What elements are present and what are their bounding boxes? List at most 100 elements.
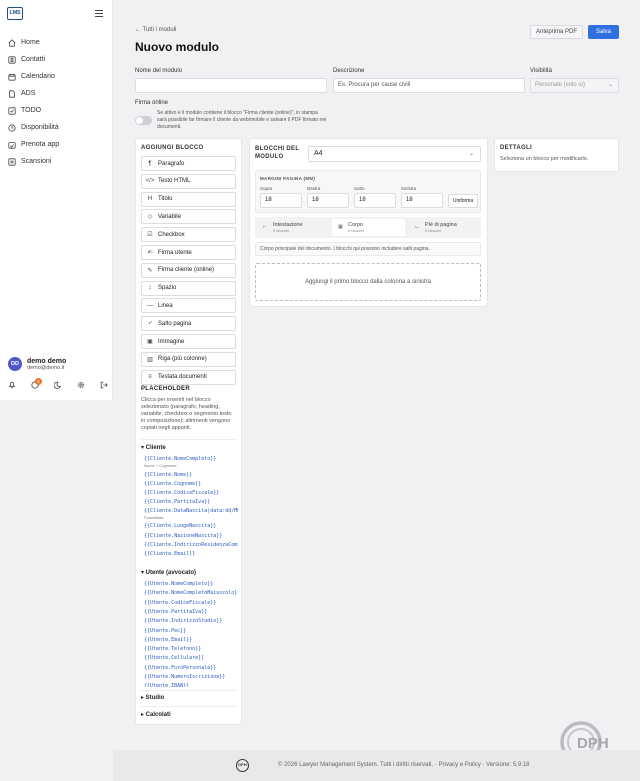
placeholder-token[interactable]: {{Cliente.NomeCompleto}} — [144, 456, 238, 462]
margins-title: MARGINI PAGINA (MM) — [260, 176, 316, 181]
sidebar-item-label: Scansioni — [21, 158, 52, 165]
placeholder-token[interactable]: {{Cliente.DataNascita|data:dd/MM/yyyy}} — [144, 508, 238, 514]
block-icon: </> — [145, 178, 155, 185]
sidebar-item-home[interactable]: Home — [0, 34, 113, 51]
placeholder-token[interactable]: {{Cliente.Nome}} — [144, 472, 238, 478]
sidebar-item-calendario[interactable]: Calendario — [0, 68, 113, 85]
placeholder-token[interactable]: {{Utente.Email}} — [144, 637, 238, 643]
block-icon: ▥ — [147, 356, 153, 363]
placeholder-token[interactable]: {{Utente.Telefono}} — [144, 646, 238, 652]
placeholder-token[interactable]: {{Utente.Pec}} — [144, 628, 238, 634]
placeholder-title: PLACEHOLDER — [141, 386, 190, 392]
add-block-button[interactable]: ✎ Firma cliente (online) — [141, 262, 236, 278]
margin-top-input[interactable]: 18 — [260, 193, 302, 208]
placeholder-token[interactable]: {{Utente.CodiceFiscale}} — [144, 600, 238, 606]
visibility-select[interactable]: Personale (solo io) ⌄ — [530, 78, 619, 93]
notifications-icon[interactable]: 2 — [31, 378, 42, 389]
placeholder-token[interactable]: {{Utente.Cellulare}} — [144, 655, 238, 661]
sidebar-item-prenota[interactable]: Prenota app — [0, 136, 113, 153]
tab-count: 0 blocchi — [425, 228, 441, 233]
add-block-button[interactable]: ▣ Immagine — [141, 334, 236, 349]
placeholder-description: Clicca per inserirli nel blocco selezion… — [141, 397, 232, 431]
add-block-button[interactable]: ¶ Paragrafo — [141, 156, 236, 171]
margin-bottom-label: Sotto — [354, 186, 365, 191]
page-title: Nuovo modulo — [135, 40, 219, 54]
add-block-button[interactable]: ⤶ Salto pagina — [141, 316, 236, 332]
placeholder-token[interactable]: {{Cliente.CodiceFiscale}} — [144, 490, 238, 496]
tab-count: 0 blocchi — [348, 228, 364, 233]
group-utente[interactable]: ▾ Utente (avvocato) — [141, 569, 196, 576]
margin-bottom-input[interactable]: 18 — [354, 193, 396, 208]
user-profile[interactable]: DD demo demo demo@demo.it — [8, 357, 66, 371]
placeholder-token[interactable]: {{Utente.PartitaIva}} — [144, 609, 238, 615]
sidebar-item-todo[interactable]: TODO — [0, 102, 113, 119]
tab-intestazione[interactable]: ⌐ Intestazione 0 blocchi — [257, 219, 327, 236]
block-label: Riga (più colonne) — [158, 356, 207, 363]
sidebar-item-contatti[interactable]: Contatti — [0, 51, 113, 68]
menu-toggle-icon[interactable] — [95, 10, 103, 19]
calendar-icon — [8, 73, 16, 81]
group-studio[interactable]: ▸ Studio — [141, 694, 164, 701]
add-block-button[interactable]: ◇ Variabile — [141, 209, 236, 225]
page-format-select[interactable]: A4 ⌄ — [308, 146, 481, 162]
placeholder-token[interactable]: {{Utente.ForoPersonale}} — [144, 665, 238, 671]
user-email: demo@demo.it — [27, 364, 65, 371]
placeholder-token[interactable]: {{Cliente.Email}} — [144, 551, 238, 557]
placeholder-token[interactable]: {{Utente.NomeCompletoMaiuscolo}} — [144, 590, 238, 596]
add-block-button[interactable]: ≡ Testata documenti — [141, 369, 236, 385]
add-block-button[interactable]: H Titolo — [141, 191, 236, 207]
sidebar-item-label: TODO — [21, 107, 42, 114]
sidebar-item-scansioni[interactable]: Scansioni — [0, 153, 113, 170]
group-cliente[interactable]: ▾ Cliente — [141, 444, 166, 451]
placeholder-token[interactable]: {{Cliente.NazioneNascita}} — [144, 533, 238, 539]
add-block-button[interactable]: </> Testo HTML — [141, 173, 236, 189]
preview-pdf-button[interactable]: Anteprima PDF — [530, 25, 583, 39]
tab-corpo[interactable]: ▦ Corpo 0 blocchi — [332, 219, 405, 236]
sidebar: LMS Home Contatti Calendario ADS TODO Di… — [0, 0, 113, 400]
group-calcolati[interactable]: ▸ Calcolati — [141, 711, 171, 718]
add-block-button[interactable]: — Linea — [141, 298, 236, 314]
block-icon: ✍ — [147, 250, 153, 256]
chevron-down-icon: ⌄ — [468, 151, 474, 157]
divider — [141, 690, 237, 691]
block-dropzone[interactable]: Aggiungi il primo blocco dalla colonna a… — [255, 263, 481, 301]
placeholder-token[interactable]: {{Cliente.IndirizzoResidenzaCompleto}} — [144, 542, 238, 548]
gear-icon[interactable] — [77, 381, 85, 389]
app-logo[interactable]: LMS — [7, 7, 23, 20]
margin-left-label: Sinistra — [401, 186, 417, 191]
add-block-button[interactable]: ✍ Firma utente — [141, 245, 236, 260]
save-button[interactable]: Salva — [588, 25, 619, 39]
home-icon — [8, 38, 16, 47]
add-block-button[interactable]: ☑ Checkbox — [141, 227, 236, 243]
divider — [141, 439, 237, 440]
bell-icon[interactable] — [8, 381, 16, 389]
divider — [141, 706, 237, 707]
add-block-button[interactable]: ↕ Spazio — [141, 280, 236, 296]
online-sign-toggle[interactable] — [135, 116, 152, 125]
tab-pie-di-pagina[interactable]: ⌙ Piè di pagina 0 blocchi — [409, 219, 479, 236]
margin-right-input[interactable]: 18 — [307, 193, 349, 208]
placeholder-token[interactable]: {{Cliente.LuogoNascita}} — [144, 523, 238, 529]
back-link[interactable]: ← Tutti i moduli — [135, 27, 176, 33]
placeholder-token[interactable]: {{Cliente.Cognome}} — [144, 481, 238, 487]
sidebar-nav: Home Contatti Calendario ADS TODO Dispon… — [0, 34, 113, 170]
sidebar-item-ads[interactable]: ADS — [0, 85, 113, 102]
description-input[interactable]: Es. Procura per cause civili — [333, 78, 525, 93]
module-name-input[interactable] — [135, 78, 327, 93]
header-section-icon: ⌐ — [263, 224, 266, 230]
placeholder-hint: Nome + Cognome — [144, 463, 177, 468]
add-block-button[interactable]: ▥ Riga (più colonne) — [141, 351, 236, 367]
sidebar-item-disponibilita[interactable]: Disponibilità — [0, 119, 113, 136]
placeholder-token[interactable]: {{Utente.IndirizzoStudio}} — [144, 618, 238, 624]
placeholder-token[interactable]: {{Utente.NumeroIscrizione}} — [144, 674, 238, 680]
logout-icon[interactable] — [100, 381, 108, 389]
margin-left-input[interactable]: 18 — [401, 193, 443, 208]
placeholder-token[interactable]: {{Cliente.PartitaIva}} — [144, 499, 238, 505]
placeholder-token[interactable]: {{Utente.IBAN}} — [144, 683, 238, 687]
moon-icon[interactable] — [53, 381, 62, 389]
placeholder-hint: Formattata — [144, 515, 164, 520]
footer-text[interactable]: © 2026 Lawyer Management System. Tutti i… — [278, 762, 530, 768]
clock-icon — [8, 123, 16, 132]
uniform-button[interactable]: Uniforma — [448, 194, 478, 208]
placeholder-token[interactable]: {{Utente.NomeCompleto}} — [144, 581, 238, 587]
